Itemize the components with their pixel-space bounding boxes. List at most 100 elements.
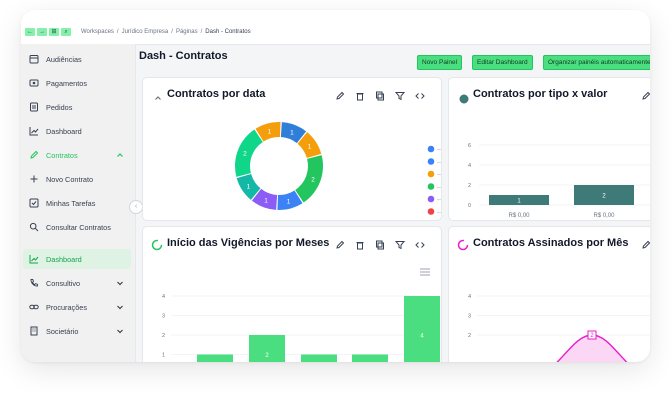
bar-chart-vigencias: 0123412114	[162, 294, 440, 362]
sidebar-item-label: Pedidos	[46, 102, 73, 112]
chevron-down-icon[interactable]	[115, 326, 125, 336]
breadcrumb-item-empresa[interactable]: Jurídico Empresa	[122, 29, 169, 35]
donut-slice-label: 1	[247, 183, 251, 190]
bar	[352, 354, 388, 362]
donut-chart: 11211121————————	[235, 122, 441, 216]
search-icon	[28, 221, 40, 233]
sidebar-item-consultivo[interactable]: Consultivo	[23, 273, 131, 293]
bar	[404, 296, 440, 362]
sidebar-item-dashboard[interactable]: Dashboard	[23, 121, 131, 141]
legend-label: —	[437, 210, 441, 216]
sidebar-item-label: Pagamentos	[46, 78, 87, 88]
breadcrumb-item-current: Dash - Contratos	[205, 29, 251, 35]
y-tick-label: 2	[162, 333, 165, 339]
x-tick-label: R$ 0,00	[593, 213, 615, 219]
y-tick-label: 4	[468, 294, 471, 300]
breadcrumb-separator: /	[200, 29, 203, 35]
top-bar: ← → ⊞ ⌕ Workspaces / Jurídico Empresa / Pági…	[21, 10, 650, 45]
breadcrumb-item-workspaces[interactable]: Workspaces	[81, 29, 114, 35]
building-icon	[28, 325, 40, 337]
donut-slice-label: 1	[264, 198, 268, 205]
breadcrumb-separator: /	[171, 29, 173, 35]
sidebar-item-pagamentos[interactable]: Pagamentos	[23, 73, 131, 93]
legend-label: —	[437, 147, 441, 153]
legend-swatch	[427, 158, 435, 165]
payments-icon	[28, 77, 40, 89]
legend-swatch	[427, 170, 435, 178]
donut-slice	[235, 129, 263, 177]
donut-slice-label: 2	[311, 176, 315, 183]
sidebar-item-pedidos[interactable]: Pedidos	[23, 97, 131, 117]
edit-dashboard-button[interactable]: Editar Dashboard	[472, 55, 533, 70]
sidebar-item-label: Dashboard	[46, 254, 82, 264]
breadcrumb-separator: /	[116, 29, 119, 35]
y-tick-label: 3	[468, 314, 471, 320]
bar	[197, 354, 233, 362]
orders-icon	[28, 101, 40, 113]
donut-slice-label: 1	[308, 144, 312, 151]
legend-label: —	[437, 172, 441, 178]
legend-swatch	[427, 195, 435, 203]
sidebar-item-label: Minhas Tarefas	[46, 198, 96, 208]
forward-button[interactable]: →	[37, 28, 47, 36]
donut-slice-label: 1	[290, 129, 294, 136]
bar-chart-tipo-valor: 02461R$ 0,002R$ 0,00	[468, 143, 650, 219]
organize-panels-button[interactable]: Organizar painéis automaticamente	[543, 55, 650, 70]
card-inicio-vigencias: Início das Vigências por Meses 012341211…	[142, 226, 442, 362]
sidebar-item-consultar-contratos[interactable]: Consultar Contratos	[23, 217, 131, 237]
new-panel-button[interactable]: Novo Painel	[417, 55, 463, 70]
sidebar-collapse-button[interactable]: ‹	[129, 200, 143, 214]
donut-slice-label: 1	[268, 128, 272, 135]
legend-swatch	[427, 208, 435, 215]
sidebar-item-novo-contrato[interactable]: Novo Contrato	[23, 169, 131, 189]
legend-label: —	[437, 185, 441, 191]
back-button[interactable]: ←	[25, 28, 35, 36]
card-contratos-por-data: Contratos por data 11211121————————	[142, 77, 442, 221]
legend-label: —	[437, 160, 441, 166]
grid-button[interactable]: ⊞	[49, 28, 59, 36]
donut-slice	[295, 155, 323, 203]
x-tick-label: R$ 0,00	[508, 213, 530, 219]
nav-buttons: ← → ⊞ ⌕	[25, 28, 71, 36]
y-tick-label: 4	[468, 163, 471, 169]
sidebar-item-minhas-tarefas[interactable]: Minhas Tarefas	[23, 193, 131, 213]
y-tick-label: 6	[468, 143, 471, 149]
app-window: ← → ⊞ ⌕ Workspaces / Jurídico Empresa / Pági…	[21, 10, 650, 362]
sidebar-item-label: Societário	[46, 326, 79, 336]
legend-swatch	[427, 145, 435, 153]
chevron-up-icon[interactable]	[115, 150, 125, 160]
sidebar-item-contratos[interactable]: Contratos	[23, 145, 131, 165]
card-contratos-por-tipo-valor: Contratos por tipo x valor 0 2 4 6 1 R$ 0,00 2…	[448, 77, 650, 221]
chevron-down-icon[interactable]	[115, 302, 125, 312]
area-fill	[557, 335, 627, 362]
sidebar-item-audiencias[interactable]: Audiências	[23, 49, 131, 69]
search-button[interactable]: ⌕	[61, 28, 71, 36]
page-title: Dash - Contratos	[139, 50, 228, 62]
breadcrumb-item-paginas[interactable]: Páginas	[176, 29, 198, 35]
sidebar-item-societario[interactable]: Societário	[23, 321, 131, 341]
area-chart-assinados: 2342	[468, 294, 650, 362]
pen-icon	[28, 149, 40, 161]
sidebar-item-label: Procurações	[46, 302, 87, 312]
sidebar-item-dashboard-contratos[interactable]: Dashboard	[23, 249, 131, 269]
y-tick-label: 4	[162, 294, 165, 300]
phone-icon	[28, 277, 40, 289]
sidebar-item-label: Consultivo	[46, 278, 81, 288]
plus-icon	[28, 173, 40, 185]
y-tick-label: 3	[162, 314, 165, 320]
card-contratos-assinados: Contratos Assinados por Mês 2342	[448, 226, 650, 362]
sidebar-item-label: Novo Contrato	[46, 174, 94, 184]
chevron-down-icon[interactable]	[115, 278, 125, 288]
donut-slice-label: 2	[243, 151, 247, 158]
legend-swatch	[427, 183, 435, 190]
bar	[301, 354, 337, 362]
checkbox-icon	[28, 197, 40, 209]
breadcrumb: Workspaces / Jurídico Empresa / Páginas / Dash…	[81, 29, 251, 35]
y-tick-label: 1	[162, 353, 165, 359]
link-icon	[28, 301, 40, 313]
sidebar-item-label: Contratos	[46, 150, 78, 160]
chart-icon	[28, 125, 40, 137]
sidebar-item-label: Consultar Contratos	[46, 222, 111, 232]
sidebar-item-procuracoes[interactable]: Procurações	[23, 297, 131, 317]
legend-label: —	[437, 197, 441, 203]
